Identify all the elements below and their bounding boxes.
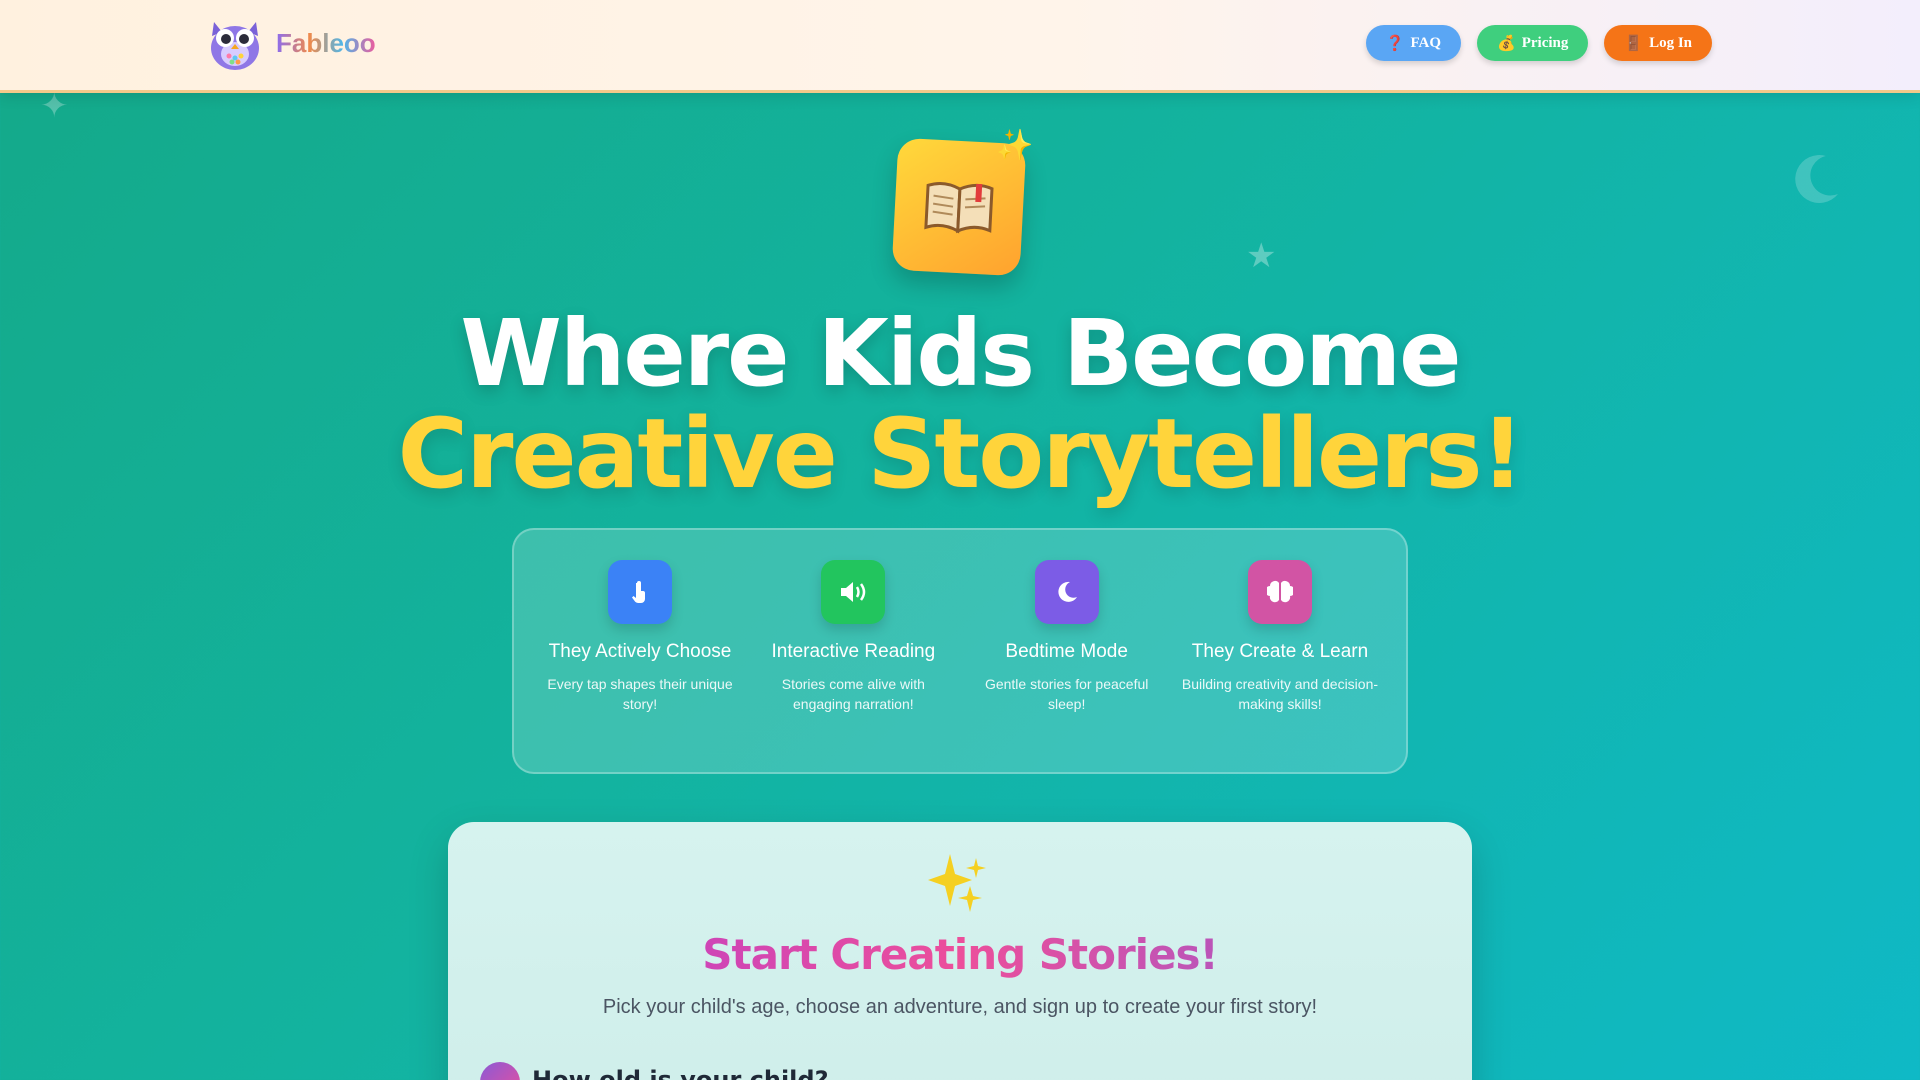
faq-button[interactable]: ❓ FAQ xyxy=(1365,25,1462,61)
moon-icon xyxy=(1034,560,1099,624)
sparkles-icon xyxy=(928,850,992,920)
features-card: They Actively Choose Every tap shapes th… xyxy=(512,528,1408,774)
top-nav: ❓ FAQ 💰 Pricing 🚪 Log In xyxy=(1365,25,1712,61)
sparkle-decoration-icon: ✦ xyxy=(40,86,69,126)
moon-decoration-icon xyxy=(1788,150,1844,210)
feature-bedtime-mode: Bedtime Mode Gentle stories for peaceful… xyxy=(967,560,1167,772)
feature-title: They Actively Choose xyxy=(548,641,732,662)
hero-title-line2: Creative Storytellers! xyxy=(397,398,1525,510)
door-icon: 🚪 xyxy=(1624,35,1644,52)
star-decoration-icon: ★ xyxy=(1246,236,1277,276)
login-button[interactable]: 🚪 Log In xyxy=(1604,25,1712,61)
feature-interactive-reading: Interactive Reading Stories come alive w… xyxy=(753,560,953,772)
faq-label: FAQ xyxy=(1410,34,1442,51)
login-label: Log In xyxy=(1649,34,1692,51)
feature-title: Interactive Reading xyxy=(771,641,936,662)
feature-title: They Create & Learn xyxy=(1191,641,1369,662)
question-icon: ❓ xyxy=(1385,35,1405,52)
brand-logo[interactable]: Fableoo xyxy=(208,14,376,72)
feature-title: Bedtime Mode xyxy=(1005,641,1128,662)
step-badge xyxy=(480,1062,520,1080)
owl-logo-icon xyxy=(208,14,262,72)
create-story-panel: Start Creating Stories! Pick your child'… xyxy=(448,822,1472,1080)
feature-description: Building creativity and decision-making … xyxy=(1181,676,1379,712)
feature-active-choice: They Actively Choose Every tap shapes th… xyxy=(540,560,740,772)
sparkle-icon: ✨ xyxy=(996,128,1034,163)
create-subtitle: Pick your child's age, choose an adventu… xyxy=(602,996,1318,1018)
money-bag-icon: 💰 xyxy=(1497,35,1516,52)
pricing-label: Pricing xyxy=(1521,34,1569,51)
site-header: Fableoo ❓ FAQ 💰 Pricing 🚪 Log In xyxy=(0,0,1920,90)
age-question: How old is your child? xyxy=(532,1066,829,1080)
create-title: Start Creating Stories! xyxy=(448,930,1472,979)
feature-description: Gentle stories for peaceful sleep! xyxy=(984,676,1149,712)
speaker-icon xyxy=(821,560,886,624)
feature-description: Stories come alive with engaging narrati… xyxy=(781,676,925,712)
feature-create-learn: They Create & Learn Building creativity … xyxy=(1180,560,1380,772)
tap-hand-icon xyxy=(608,560,672,624)
pricing-button[interactable]: 💰 Pricing xyxy=(1477,25,1589,61)
brain-icon xyxy=(1247,560,1312,624)
feature-description: Every tap shapes their unique story! xyxy=(547,676,733,712)
brand-name: Fableoo xyxy=(276,27,376,58)
open-book-icon xyxy=(924,181,994,234)
hero-title-line1: Where Kids Become xyxy=(460,300,1461,407)
